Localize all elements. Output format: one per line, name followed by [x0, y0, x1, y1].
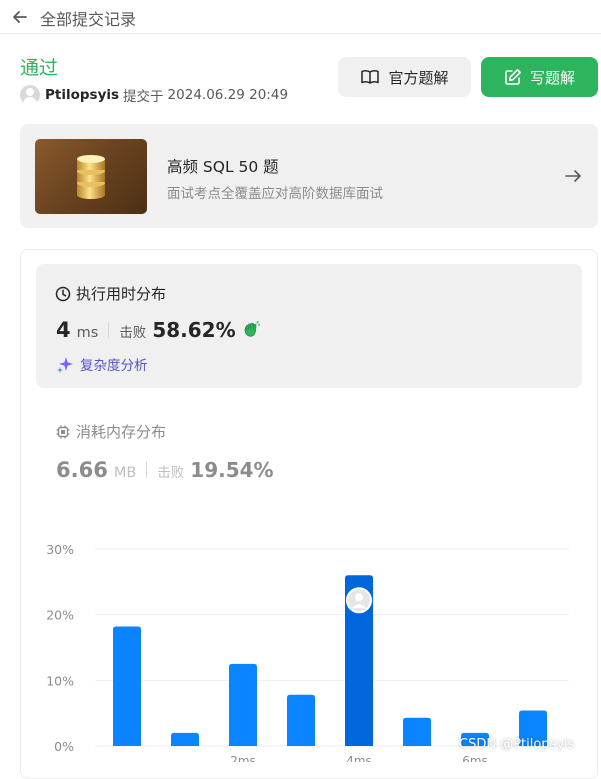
runtime-heading-label: 执行用时分布: [76, 285, 167, 303]
clap-icon: [244, 321, 260, 337]
watermark: CSDN @Ptilopsyis: [459, 737, 575, 752]
bar[interactable]: [403, 717, 431, 746]
submitter-info: Ptilopsyis 提交于 2024.06.29 20:49: [20, 85, 288, 105]
bar[interactable]: [113, 626, 141, 746]
database-icon: [35, 139, 147, 214]
top-bar: 全部提交记录: [0, 0, 601, 34]
divider: [146, 462, 148, 478]
write-solution-button[interactable]: 写题解: [481, 57, 598, 97]
sparkle-icon: [57, 357, 73, 373]
divider: [108, 322, 110, 338]
official-solution-label: 官方题解: [388, 68, 449, 87]
memory-value: 6.66: [56, 458, 108, 482]
memory-stats: 6.66 MB 击败 19.54%: [56, 458, 274, 482]
avatar[interactable]: [20, 85, 40, 105]
bar[interactable]: [287, 694, 315, 746]
study-plan-title: 高频 SQL 50 题: [167, 158, 279, 176]
study-plan-subtitle: 面试考点全覆盖应对高阶数据库面试: [167, 186, 383, 202]
memory-heading-label: 消耗内存分布: [76, 423, 167, 441]
runtime-beats-value: 58.62%: [152, 318, 236, 342]
submitted-label: 提交于: [123, 89, 164, 105]
bar[interactable]: [171, 732, 199, 746]
edit-icon: [505, 69, 521, 85]
runtime-heading: 执行用时分布: [55, 283, 166, 304]
all-submissions-link[interactable]: 全部提交记录: [40, 6, 136, 30]
arrow-right-icon: [565, 170, 581, 182]
book-icon: [361, 70, 380, 84]
official-solution-button[interactable]: 官方题解: [338, 57, 471, 97]
username[interactable]: Ptilopsyis: [45, 87, 119, 103]
clock-icon: [55, 286, 71, 301]
complexity-analysis-link[interactable]: 复杂度分析: [56, 354, 148, 374]
write-solution-label: 写题解: [529, 68, 575, 87]
chip-icon: [56, 425, 70, 438]
bar-highlighted[interactable]: [345, 575, 373, 746]
runtime-beats-label: 击败: [119, 325, 147, 341]
back-arrow-icon[interactable]: [10, 7, 30, 27]
runtime-unit: ms: [76, 325, 99, 341]
memory-unit: MB: [113, 465, 137, 481]
submission-status: 通过: [20, 57, 59, 79]
study-plan-card[interactable]: 高频 SQL 50 题 面试考点全覆盖应对高阶数据库面试: [20, 124, 598, 228]
memory-heading[interactable]: 消耗内存分布: [55, 421, 166, 442]
bar[interactable]: [229, 663, 257, 746]
complexity-analysis-label: 复杂度分析: [80, 358, 148, 374]
memory-beats-label: 击败: [157, 465, 185, 481]
runtime-stats: 4 ms 击败 58.62%: [56, 318, 260, 342]
memory-beats-value: 19.54%: [190, 458, 274, 482]
submission-timestamp: 2024.06.29 20:49: [167, 87, 289, 103]
runtime-value: 4: [56, 318, 71, 342]
